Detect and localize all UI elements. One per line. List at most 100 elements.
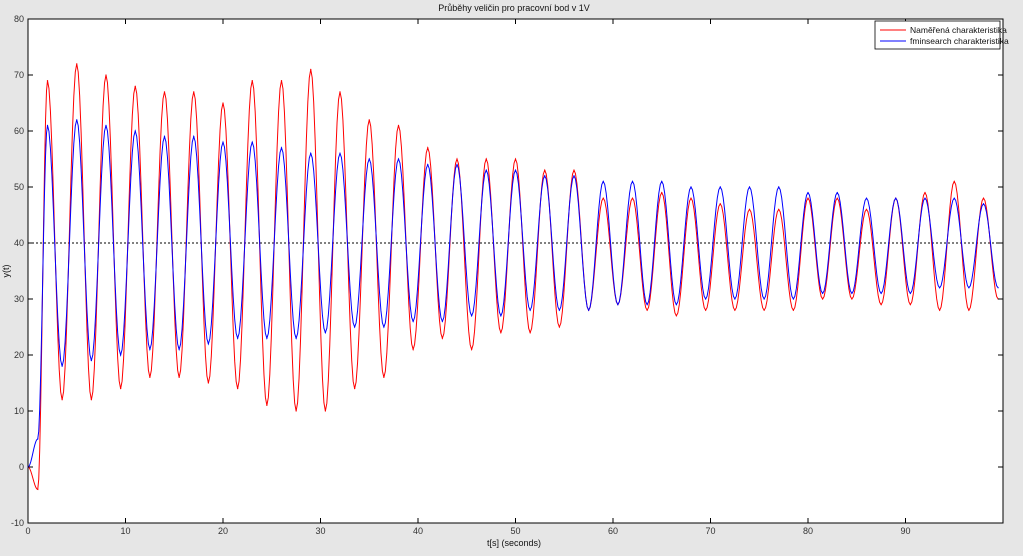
data-point-0 — [602, 197, 604, 199]
y-tick-label: 20 — [14, 350, 24, 360]
data-point-1 — [514, 169, 517, 171]
data-point-1 — [646, 304, 648, 306]
data-point-0 — [836, 197, 838, 199]
data-point-0 — [105, 74, 107, 76]
data-point-1 — [500, 315, 502, 317]
data-point-1 — [383, 326, 385, 328]
data-point-0 — [807, 197, 809, 199]
data-point-0 — [76, 63, 78, 65]
data-point-0 — [193, 91, 195, 93]
data-point-0 — [734, 309, 736, 311]
data-point-1 — [719, 186, 721, 188]
legend: Naměřená charakteristika fminsearch char… — [874, 20, 1009, 50]
y-tick-label: -10 — [11, 518, 24, 528]
data-point-0 — [295, 410, 297, 412]
data-point-0 — [719, 203, 721, 205]
data-point-0 — [953, 180, 955, 182]
x-tick-label: 30 — [315, 526, 325, 536]
chart: Průběhy veličin pro pracovní bod v 1V 0 1… — [1, 3, 1009, 548]
data-point-1 — [822, 292, 824, 294]
legend-label-measured: Naměřená charakteristika — [910, 25, 1007, 35]
data-point-0 — [37, 488, 39, 490]
x-tick-label: 60 — [608, 526, 618, 536]
data-point-1 — [46, 124, 49, 126]
data-point-1 — [588, 309, 590, 311]
data-point-0 — [397, 124, 400, 126]
y-tick-label: 50 — [14, 182, 24, 192]
data-point-1 — [982, 203, 985, 205]
data-point-0 — [851, 298, 853, 300]
data-point-1 — [778, 186, 780, 188]
y-tick-label: 80 — [14, 14, 24, 24]
data-point-0 — [46, 80, 49, 82]
data-point-0 — [368, 119, 370, 121]
data-point-0 — [792, 309, 794, 311]
data-point-1 — [544, 175, 546, 177]
data-point-1 — [90, 360, 92, 362]
data-point-1 — [661, 180, 663, 182]
data-point-0 — [354, 388, 356, 390]
data-point-0 — [207, 382, 209, 384]
data-point-0 — [558, 326, 560, 328]
data-point-0 — [924, 192, 926, 194]
data-point-0 — [909, 304, 911, 306]
data-point-0 — [690, 197, 692, 199]
data-point-1 — [939, 287, 941, 289]
data-point-0 — [427, 147, 429, 149]
data-point-1 — [134, 130, 136, 132]
data-point-1 — [895, 197, 897, 199]
x-tick-label: 80 — [803, 526, 813, 536]
data-point-0 — [178, 376, 180, 378]
data-point-1 — [163, 136, 166, 138]
data-point-1 — [558, 309, 560, 311]
data-point-0 — [880, 304, 882, 306]
data-point-1 — [295, 337, 297, 339]
data-point-1 — [368, 158, 370, 160]
data-point-1 — [280, 147, 283, 149]
data-point-0 — [61, 399, 63, 401]
data-point-1 — [178, 348, 180, 350]
data-point-0 — [631, 197, 634, 199]
data-point-1 — [997, 287, 999, 289]
data-point-1 — [807, 192, 809, 194]
data-point-1 — [836, 192, 838, 194]
data-point-1 — [602, 180, 604, 182]
data-point-1 — [222, 141, 224, 143]
y-axis-label: y(t) — [1, 265, 11, 278]
data-point-1 — [968, 287, 970, 289]
data-point-0 — [251, 80, 253, 82]
y-tick-label: 40 — [14, 238, 24, 248]
data-point-1 — [266, 337, 268, 339]
y-tick-label: 60 — [14, 126, 24, 136]
x-tick-label: 10 — [120, 526, 130, 536]
data-point-1 — [748, 186, 751, 188]
x-tick-label: 20 — [218, 526, 228, 536]
data-point-0 — [939, 309, 941, 311]
data-point-0 — [134, 85, 136, 87]
data-point-1 — [953, 197, 955, 199]
data-point-1 — [61, 365, 63, 367]
x-tick-label: 40 — [413, 526, 423, 536]
data-point-0 — [120, 388, 122, 390]
data-point-1 — [397, 158, 400, 160]
x-tick-label: 70 — [705, 526, 715, 536]
data-point-0 — [324, 410, 326, 412]
data-point-1 — [865, 197, 868, 199]
data-point-1 — [324, 332, 326, 334]
data-point-0 — [646, 309, 648, 311]
data-point-1 — [207, 343, 209, 345]
x-axis-label: t[s] (seconds) — [487, 538, 541, 548]
data-point-1 — [880, 292, 882, 294]
x-tick-label: 0 — [25, 526, 30, 536]
data-point-0 — [90, 399, 92, 401]
data-point-0 — [149, 376, 151, 378]
data-point-0 — [822, 298, 824, 300]
data-point-1 — [105, 124, 107, 126]
data-point-1 — [909, 292, 911, 294]
data-point-1 — [471, 315, 473, 317]
data-point-0 — [383, 376, 385, 378]
data-point-1 — [705, 298, 707, 300]
data-point-0 — [441, 337, 443, 339]
data-point-1 — [37, 438, 39, 440]
data-point-1 — [76, 119, 78, 121]
